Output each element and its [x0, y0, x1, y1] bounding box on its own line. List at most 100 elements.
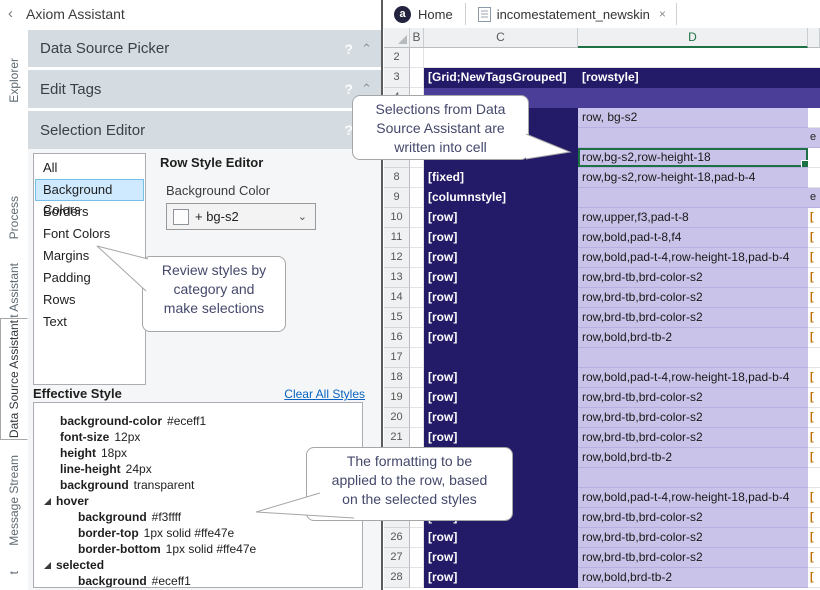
- sidebar-tab-t[interactable]: t: [0, 555, 27, 590]
- cell-d20[interactable]: row,brd-tb,brd-color-s2: [578, 408, 808, 428]
- cell-e17[interactable]: [808, 348, 820, 368]
- row-number-cell[interactable]: 8: [384, 168, 410, 188]
- cell-d9[interactable]: [578, 188, 808, 208]
- row-number-cell[interactable]: 12: [384, 248, 410, 268]
- style-property[interactable]: border-top1px solid #ffe47e: [34, 525, 362, 541]
- cell-e20[interactable]: [: [808, 408, 820, 428]
- cell-d6[interactable]: [578, 128, 808, 148]
- cell-e21[interactable]: [: [808, 428, 820, 448]
- cell-d4[interactable]: [578, 88, 808, 108]
- cell-e23[interactable]: [808, 468, 820, 488]
- style-group-selected[interactable]: selected: [34, 557, 362, 573]
- category-item-all[interactable]: All: [35, 157, 144, 179]
- row-number-cell[interactable]: 19: [384, 388, 410, 408]
- category-item-background-colors[interactable]: Background Colors: [35, 179, 144, 201]
- column-header-c[interactable]: C: [424, 28, 578, 48]
- cell-e15[interactable]: [: [808, 308, 820, 328]
- cell-e26[interactable]: [: [808, 528, 820, 548]
- cell-e3[interactable]: [808, 68, 820, 88]
- row-number-cell[interactable]: 16: [384, 328, 410, 348]
- cell-e18[interactable]: [: [808, 368, 820, 388]
- cell-b14[interactable]: [410, 288, 424, 308]
- cell-c11[interactable]: [row]: [424, 228, 578, 248]
- cell-d15[interactable]: row,brd-tb,brd-color-s2: [578, 308, 808, 328]
- cell-b21[interactable]: [410, 428, 424, 448]
- cell-e9[interactable]: e: [808, 188, 820, 208]
- cell-b19[interactable]: [410, 388, 424, 408]
- sidebar-tab-explorer[interactable]: Explorer: [0, 40, 27, 120]
- cell-b27[interactable]: [410, 548, 424, 568]
- cell-b12[interactable]: [410, 248, 424, 268]
- cell-d19[interactable]: row,brd-tb,brd-color-s2: [578, 388, 808, 408]
- cell-e12[interactable]: [: [808, 248, 820, 268]
- sidebar-tab-process[interactable]: Process: [0, 185, 27, 250]
- panel-header-edit-tags[interactable]: Edit Tags ? ⌃: [28, 70, 381, 108]
- cell-d25[interactable]: row,brd-tb,brd-color-s2: [578, 508, 808, 528]
- help-icon[interactable]: ?: [344, 81, 353, 97]
- cell-d17[interactable]: [578, 348, 808, 368]
- cell-d11[interactable]: row,bold,pad-t-8,f4: [578, 228, 808, 248]
- expanded-triangle-icon[interactable]: [44, 562, 51, 569]
- sidebar-tab-message-stream[interactable]: Message Stream: [0, 450, 27, 550]
- category-item-margins[interactable]: Margins: [35, 245, 144, 267]
- column-header-b[interactable]: B: [410, 28, 424, 48]
- row-number-cell[interactable]: 9: [384, 188, 410, 208]
- cell-d27[interactable]: row,brd-tb,brd-color-s2: [578, 548, 808, 568]
- cell-b11[interactable]: [410, 228, 424, 248]
- panel-header-data-source-picker[interactable]: Data Source Picker ? ⌃: [28, 30, 381, 67]
- column-header-d[interactable]: D: [578, 28, 808, 48]
- row-number-cell[interactable]: 26: [384, 528, 410, 548]
- cell-c21[interactable]: [row]: [424, 428, 578, 448]
- cell-b10[interactable]: [410, 208, 424, 228]
- cell-e8[interactable]: [808, 168, 820, 188]
- cell-d10[interactable]: row,upper,f3,pad-t-8: [578, 208, 808, 228]
- close-icon[interactable]: ×: [659, 7, 666, 21]
- row-number-cell[interactable]: 10: [384, 208, 410, 228]
- cell-d7[interactable]: row,bg-s2,row-height-18: [578, 148, 808, 168]
- cell-d16[interactable]: row,bold,brd-tb-2: [578, 328, 808, 348]
- cell-e13[interactable]: [: [808, 268, 820, 288]
- cell-e25[interactable]: [: [808, 508, 820, 528]
- cell-e16[interactable]: [: [808, 328, 820, 348]
- category-item-text[interactable]: Text: [35, 311, 144, 333]
- cell-c9[interactable]: [columnstyle]: [424, 188, 578, 208]
- cell-d21[interactable]: row,brd-tb,brd-color-s2: [578, 428, 808, 448]
- cell-c20[interactable]: [row]: [424, 408, 578, 428]
- cell-b16[interactable]: [410, 328, 424, 348]
- cell-e27[interactable]: [: [808, 548, 820, 568]
- cell-d8[interactable]: row,bg-s2,row-height-18,pad-b-4: [578, 168, 808, 188]
- cell-c18[interactable]: [row]: [424, 368, 578, 388]
- cell-d14[interactable]: row,brd-tb,brd-color-s2: [578, 288, 808, 308]
- cell-b17[interactable]: [410, 348, 424, 368]
- cell-c14[interactable]: [row]: [424, 288, 578, 308]
- column-header-e[interactable]: [808, 28, 820, 48]
- row-number-cell[interactable]: 3: [384, 68, 410, 88]
- cell-b15[interactable]: [410, 308, 424, 328]
- cell-c13[interactable]: [row]: [424, 268, 578, 288]
- style-property[interactable]: background-color#eceff1: [34, 413, 362, 429]
- row-number-cell[interactable]: 20: [384, 408, 410, 428]
- help-icon[interactable]: ?: [344, 41, 353, 57]
- category-item-padding[interactable]: Padding: [35, 267, 144, 289]
- cell-e22[interactable]: [: [808, 448, 820, 468]
- cell-d23[interactable]: [578, 468, 808, 488]
- cell-c2[interactable]: [424, 48, 578, 68]
- tab-home[interactable]: a Home: [384, 0, 465, 28]
- cell-d12[interactable]: row,bold,pad-t-4,row-height-18,pad-b-4: [578, 248, 808, 268]
- cell-b26[interactable]: [410, 528, 424, 548]
- category-item-borders[interactable]: Borders: [35, 201, 144, 223]
- cell-b20[interactable]: [410, 408, 424, 428]
- style-property[interactable]: border-bottom1px solid #ffe47e: [34, 541, 362, 557]
- cell-e7[interactable]: [808, 148, 820, 168]
- background-color-dropdown[interactable]: + bg-s2 ⌄: [166, 203, 316, 230]
- cell-e5[interactable]: [808, 108, 820, 128]
- cell-b2[interactable]: [410, 48, 424, 68]
- cell-d3[interactable]: [rowstyle]: [578, 68, 808, 88]
- row-number-cell[interactable]: 28: [384, 568, 410, 588]
- cell-b28[interactable]: [410, 568, 424, 588]
- cell-e2[interactable]: [808, 48, 820, 68]
- expanded-triangle-icon[interactable]: [44, 498, 51, 505]
- cell-c12[interactable]: [row]: [424, 248, 578, 268]
- style-property[interactable]: background#eceff1: [34, 573, 362, 588]
- cell-b9[interactable]: [410, 188, 424, 208]
